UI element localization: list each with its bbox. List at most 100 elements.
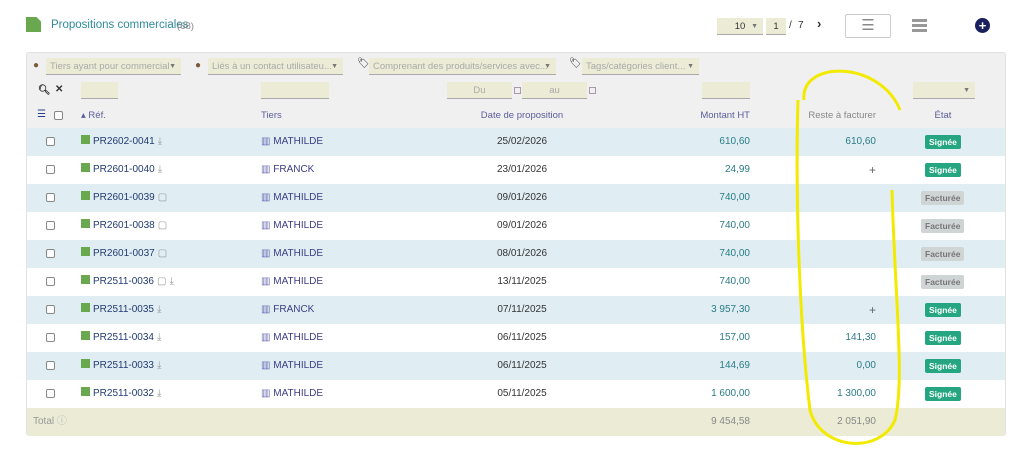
note-icon[interactable]: ▢ bbox=[158, 220, 167, 231]
add-new-icon[interactable]: + bbox=[975, 18, 990, 33]
tiers-link[interactable]: MATHILDE bbox=[273, 220, 323, 231]
table-row: PR2511-0036 ▢ ⤓ ▥ MATHILDE 13/11/2025 740,… bbox=[27, 268, 1005, 296]
row-checkbox[interactable] bbox=[46, 137, 55, 146]
tiers-link[interactable]: MATHILDE bbox=[273, 388, 323, 399]
filter-contact[interactable]: Liés à un contact utilisateu... ▼ bbox=[208, 58, 343, 75]
ref-link[interactable]: PR2602-0041 bbox=[93, 136, 155, 147]
note-icon[interactable]: ▢ bbox=[157, 276, 166, 287]
date-from-input[interactable]: Du bbox=[447, 82, 512, 99]
ref-link[interactable]: PR2601-0038 bbox=[93, 220, 155, 231]
row-checkbox[interactable] bbox=[46, 305, 55, 314]
page-input[interactable]: 1 bbox=[766, 18, 786, 35]
column-ref[interactable]: ▴ Réf. bbox=[81, 110, 106, 121]
ref-link[interactable]: PR2511-0032 bbox=[93, 388, 154, 399]
user-icon: ● bbox=[195, 60, 202, 71]
column-reste[interactable]: Reste à facturer bbox=[776, 110, 876, 121]
ref-link[interactable]: PR2601-0040 bbox=[93, 164, 155, 175]
proposal-icon bbox=[81, 387, 90, 396]
column-etat[interactable]: État bbox=[913, 110, 973, 121]
ref-link[interactable]: PR2511-0036 bbox=[93, 276, 154, 287]
tiers-link[interactable]: MATHILDE bbox=[273, 332, 323, 343]
download-icon[interactable]: ⤓ bbox=[158, 164, 162, 175]
select-all-checkbox[interactable] bbox=[54, 111, 63, 120]
tiers-link[interactable]: FRANCK bbox=[273, 304, 314, 315]
download-icon[interactable]: ⤓ bbox=[158, 136, 162, 147]
ref-link[interactable]: PR2601-0037 bbox=[93, 248, 155, 259]
clear-filter-icon[interactable]: ✕ bbox=[55, 84, 63, 95]
tiers-filter-input[interactable] bbox=[261, 82, 329, 99]
row-checkbox[interactable] bbox=[46, 249, 55, 258]
status-badge: Facturée bbox=[921, 219, 965, 233]
tag-icon: 🏷 bbox=[357, 58, 370, 69]
reste: 141,30 bbox=[845, 332, 876, 343]
ref-filter-input[interactable] bbox=[81, 82, 118, 99]
ref-link[interactable]: PR2511-0034 bbox=[93, 332, 154, 343]
tiers-link[interactable]: MATHILDE bbox=[273, 360, 323, 371]
search-icon[interactable]: 🔍︎ bbox=[38, 85, 51, 96]
next-page-icon[interactable]: › bbox=[817, 16, 821, 31]
proposal-icon bbox=[81, 247, 90, 256]
status-badge: Signée bbox=[925, 359, 961, 373]
montant: 610,60 bbox=[719, 136, 750, 147]
tiers-link[interactable]: MATHILDE bbox=[273, 192, 323, 203]
tiers-link[interactable]: MATHILDE bbox=[273, 276, 323, 287]
filter-products[interactable]: Comprenant des produits/services avec...… bbox=[369, 58, 556, 75]
note-icon[interactable]: ▢ bbox=[158, 192, 167, 203]
status-badge: Facturée bbox=[921, 191, 965, 205]
row-checkbox[interactable] bbox=[46, 361, 55, 370]
page-size-select[interactable]: 10 ▼ bbox=[717, 18, 763, 35]
row-checkbox[interactable] bbox=[46, 333, 55, 342]
calendar-icon[interactable] bbox=[514, 87, 521, 94]
date: 09/01/2026 bbox=[496, 220, 548, 231]
table-row: PR2511-0033 ⤓ ▥ MATHILDE 06/11/2025 144,6… bbox=[27, 352, 1005, 380]
tiers-link[interactable]: FRANCK bbox=[273, 164, 314, 175]
filter-commercial[interactable]: Tiers ayant pour commercial ▼ bbox=[46, 58, 181, 75]
download-icon[interactable]: ⤓ bbox=[157, 332, 161, 343]
row-checkbox[interactable] bbox=[46, 193, 55, 202]
row-checkbox[interactable] bbox=[46, 221, 55, 230]
company-icon: ▥ bbox=[261, 388, 271, 399]
column-tiers[interactable]: Tiers bbox=[261, 110, 282, 121]
row-checkbox[interactable] bbox=[46, 165, 55, 174]
montant: 24,99 bbox=[724, 164, 750, 175]
table-row: PR2511-0035 ⤓ ▥ FRANCK 07/11/2025 3 957,3… bbox=[27, 296, 1005, 324]
column-selector-icon[interactable]: ☰ bbox=[37, 109, 46, 120]
kanban-view-icon[interactable] bbox=[912, 19, 927, 32]
ref-link[interactable]: PR2511-0033 bbox=[93, 360, 154, 371]
column-date[interactable]: Date de proposition bbox=[472, 110, 572, 121]
tiers-link[interactable]: MATHILDE bbox=[273, 136, 323, 147]
filter-tags[interactable]: Tags/catégories client... ▼ bbox=[582, 58, 699, 75]
record-count: (68) bbox=[177, 21, 194, 32]
date: 08/01/2026 bbox=[496, 248, 548, 259]
ref-link[interactable]: PR2601-0039 bbox=[93, 192, 155, 203]
calendar-icon[interactable] bbox=[589, 87, 596, 94]
reste bbox=[776, 184, 876, 212]
status-badge: Facturée bbox=[921, 247, 965, 261]
row-checkbox[interactable] bbox=[46, 389, 55, 398]
list-view-button[interactable]: ☰ bbox=[845, 14, 891, 38]
tiers-link[interactable]: MATHILDE bbox=[273, 248, 323, 259]
total-label: Total ⓘ bbox=[33, 416, 67, 427]
montant-filter-input[interactable] bbox=[702, 82, 750, 99]
montant: 740,00 bbox=[719, 248, 750, 259]
status-badge: Signée bbox=[925, 387, 961, 401]
table-row: PR2601-0038 ▢ ▥ MATHILDE 09/01/2026 740,0… bbox=[27, 212, 1005, 240]
company-icon: ▥ bbox=[261, 304, 271, 315]
proposal-icon bbox=[26, 17, 41, 32]
proposal-icon bbox=[81, 275, 90, 284]
ref-link[interactable]: PR2511-0035 bbox=[93, 304, 154, 315]
etat-filter-select[interactable]: ▼ bbox=[913, 82, 975, 99]
status-badge: Signée bbox=[925, 135, 961, 149]
company-icon: ▥ bbox=[261, 276, 271, 287]
download-icon[interactable]: ⤓ bbox=[169, 276, 173, 287]
column-montant[interactable]: Montant HT bbox=[650, 110, 750, 121]
download-icon[interactable]: ⤓ bbox=[157, 360, 161, 371]
row-checkbox[interactable] bbox=[46, 277, 55, 286]
date-to-input[interactable]: au bbox=[522, 82, 587, 99]
company-icon: ▥ bbox=[261, 164, 271, 175]
download-icon[interactable]: ⤓ bbox=[157, 388, 161, 399]
table-row: PR2602-0041 ⤓ ▥ MATHILDE 25/02/2026 610,6… bbox=[27, 128, 1005, 156]
download-icon[interactable]: ⤓ bbox=[157, 304, 161, 315]
proposal-icon bbox=[81, 331, 90, 340]
note-icon[interactable]: ▢ bbox=[158, 248, 167, 259]
